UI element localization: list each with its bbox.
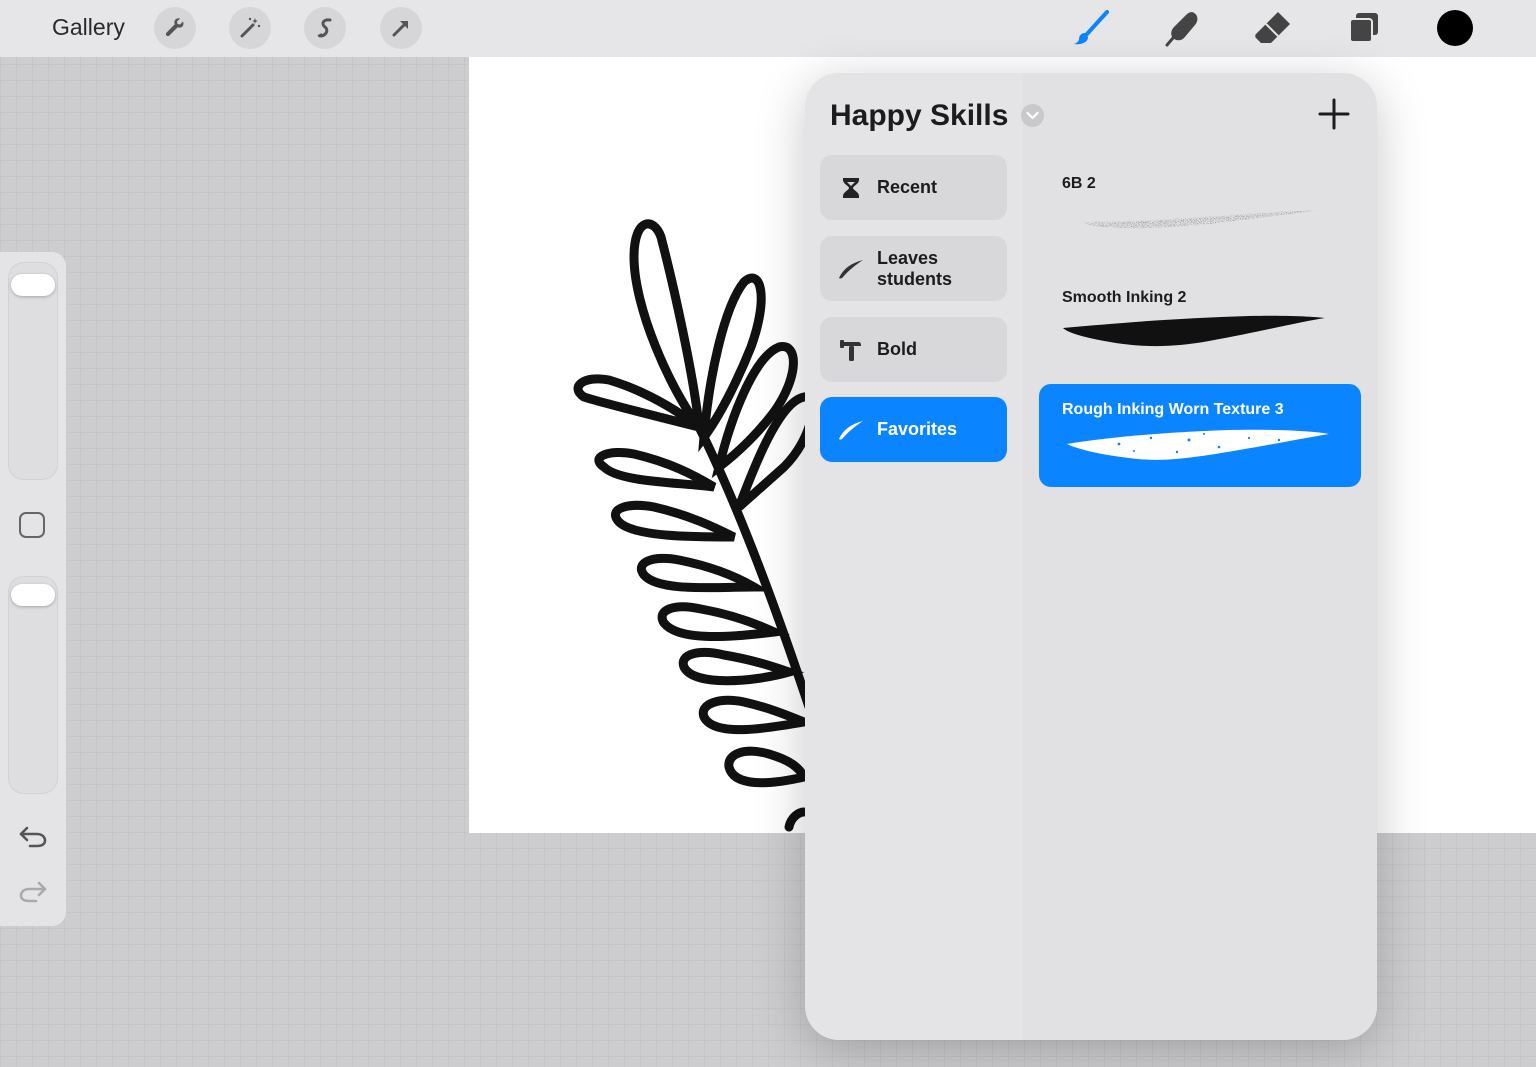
actions-button[interactable]: [154, 7, 196, 49]
wrench-icon: [165, 18, 184, 37]
brush-library-panel: Happy Skills Recent Leaves students Bold…: [805, 73, 1377, 1040]
brush-stroke-icon: [837, 416, 865, 444]
brush-item-smooth-inking-2[interactable]: Smooth Inking 2: [1039, 272, 1361, 375]
modify-button[interactable]: [19, 512, 45, 538]
redo-icon[interactable]: [18, 879, 48, 903]
brush-item-rough-inking-worn-texture-3[interactable]: Rough Inking Worn Texture 3: [1039, 384, 1361, 487]
opacity-slider-handle[interactable]: [11, 584, 55, 606]
brush-size-slider[interactable]: [8, 262, 58, 480]
adjustments-button[interactable]: [229, 7, 271, 49]
selection-icon: [317, 18, 332, 38]
eraser-tool-button[interactable]: [1253, 8, 1293, 48]
brush-library-title[interactable]: Happy Skills: [830, 99, 1008, 133]
hourglass-icon: [837, 174, 865, 202]
eraser-icon: [1255, 12, 1290, 43]
brush-set-favorites[interactable]: Favorites: [820, 397, 1007, 462]
left-sidebar: [0, 252, 66, 926]
smudge-icon: [1165, 12, 1198, 47]
brush-stroke-preview: [1067, 429, 1329, 460]
add-brush-button[interactable]: [1318, 98, 1350, 130]
brush-stroke-preview: [1084, 209, 1319, 229]
brush-item-6b-2[interactable]: 6B 2: [1039, 158, 1361, 261]
layers-button[interactable]: [1344, 8, 1384, 48]
gallery-button[interactable]: Gallery: [52, 14, 125, 41]
selection-button[interactable]: [304, 7, 346, 49]
brush-set-bold[interactable]: Bold: [820, 317, 1007, 382]
hammer-icon: [837, 336, 865, 364]
undo-icon[interactable]: [18, 824, 48, 848]
transform-arrow-icon: [392, 21, 408, 37]
brush-size-slider-handle[interactable]: [11, 274, 55, 296]
title-dropdown-button[interactable]: [1021, 104, 1044, 127]
brush-set-leaves-students[interactable]: Leaves students: [820, 236, 1007, 301]
magic-wand-icon: [240, 17, 261, 38]
brush-stroke-icon: [837, 255, 865, 283]
transform-button[interactable]: [380, 7, 422, 49]
smudge-tool-button[interactable]: [1162, 8, 1202, 48]
layers-icon: [1349, 13, 1378, 43]
opacity-slider[interactable]: [8, 576, 58, 794]
brush-set-recent[interactable]: Recent: [820, 155, 1007, 220]
chevron-down-icon: [1026, 111, 1039, 120]
top-toolbar: Gallery: [0, 0, 1536, 57]
paint-tool-button[interactable]: [1071, 8, 1111, 48]
brush-icon: [1074, 10, 1109, 45]
color-picker-button[interactable]: [1437, 10, 1473, 46]
brush-stroke-preview: [1063, 315, 1325, 347]
